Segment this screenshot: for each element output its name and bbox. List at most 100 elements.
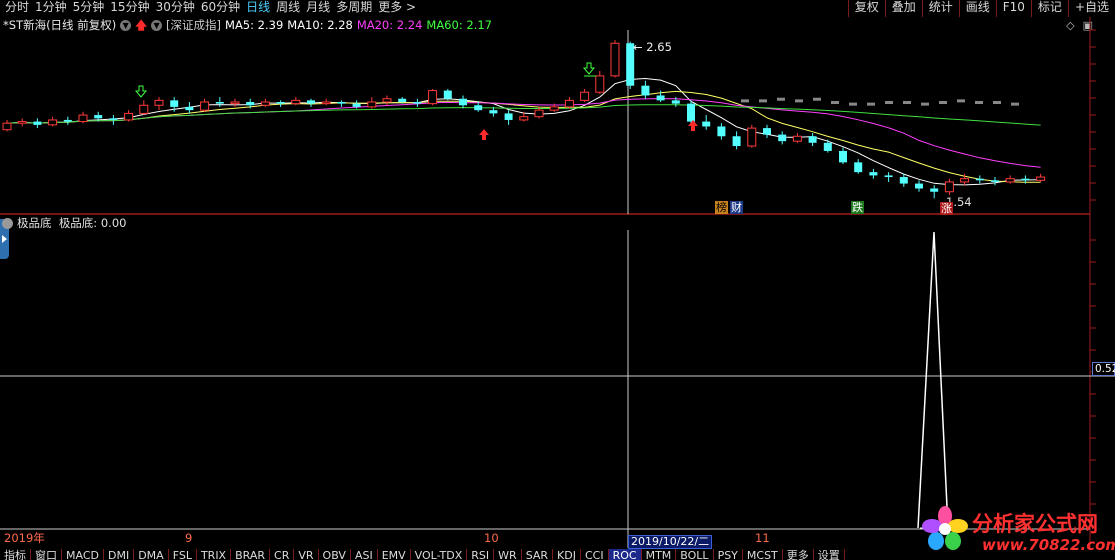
indicator-tabs: 指标 窗口 MACD DMI DMA FSL TRIX BRAR CR VR OBV ASI EMV VO… xyxy=(0,549,910,560)
candle-body-down xyxy=(823,142,832,151)
candle-body-down xyxy=(504,113,513,120)
indicator-title: 极品底 极品底: 0.00 xyxy=(17,216,126,230)
ghost-candle xyxy=(1011,102,1019,106)
indicator-tab-2[interactable]: MACD xyxy=(62,549,104,560)
candle-body-down xyxy=(854,162,863,173)
candle-body-down xyxy=(474,105,483,111)
indicator-tab-15[interactable]: WR xyxy=(494,549,522,560)
candle-body-up xyxy=(428,90,438,105)
green-down-arrow-icon-2 xyxy=(582,62,596,75)
candle-body-down xyxy=(717,126,726,137)
candle-body-up xyxy=(367,101,377,108)
indicator-tab-6[interactable]: TRIX xyxy=(197,549,232,560)
candle-body-down xyxy=(94,115,103,119)
indicator-tab-14[interactable]: RSI xyxy=(467,549,495,560)
indicator-tab-7[interactable]: BRAR xyxy=(231,549,271,560)
indicator-tab-12[interactable]: EMV xyxy=(378,549,411,560)
ghost-candle xyxy=(777,97,785,101)
logo-text: 分析家公式网 xyxy=(972,512,1098,536)
candle-body-up xyxy=(960,178,970,183)
ghost-candle xyxy=(885,101,893,104)
watermark-logo: 分析家公式网 www.70822.com xyxy=(918,500,1115,560)
candle-body-up xyxy=(2,122,12,131)
candle-body-down xyxy=(884,175,893,178)
indicator-tab-10[interactable]: OBV xyxy=(319,549,351,560)
candle-body-up xyxy=(291,99,301,105)
indicator-tab-18[interactable]: CCI xyxy=(581,549,609,560)
badge-die[interactable]: 跌 xyxy=(851,201,864,214)
kline-chart[interactable] xyxy=(0,0,1115,560)
candle-body-down xyxy=(732,136,741,147)
indicator-tab-8[interactable]: CR xyxy=(270,549,295,560)
candle-body-up xyxy=(48,119,58,126)
indicator-tab-13[interactable]: VOL-TDX xyxy=(411,549,468,560)
candle-body-down xyxy=(915,183,923,189)
indicator-tab-1[interactable]: 窗口 xyxy=(31,549,62,560)
candle-body-up xyxy=(519,116,529,121)
ghost-candle xyxy=(957,99,965,103)
ghost-candle xyxy=(921,102,929,106)
date-2019: 2019年 xyxy=(4,531,45,545)
candle-body-down xyxy=(307,100,315,104)
ma5-line xyxy=(6,77,1041,186)
candle-body-up xyxy=(580,91,590,101)
candle-body-up xyxy=(124,112,134,121)
candle-body-up xyxy=(792,135,802,142)
indicator-axis-value: 0.52 xyxy=(1092,362,1115,376)
candle-body-up xyxy=(321,101,331,105)
candle-body-down xyxy=(170,100,179,107)
indicator-tab-9[interactable]: VR xyxy=(294,549,319,560)
logo-url: www.70822.com xyxy=(982,536,1115,554)
indicator-tab-19[interactable]: ROC xyxy=(608,549,642,560)
ghost-candle xyxy=(759,99,767,103)
candle-body-down xyxy=(671,100,680,104)
indicator-tab-20[interactable]: MTM xyxy=(642,549,677,560)
badge-zhang[interactable]: 涨 xyxy=(940,202,953,215)
indicator-tab-25[interactable]: 设置 xyxy=(814,549,845,560)
candle-body-down xyxy=(33,121,42,125)
candle-body-down xyxy=(1021,178,1030,181)
ghost-candle xyxy=(741,99,749,103)
candle-body-down xyxy=(109,118,118,120)
ghost-candle xyxy=(993,101,1001,104)
red-up-arrow-icon-2 xyxy=(688,120,698,131)
badge-bang[interactable]: 榜 xyxy=(715,201,728,214)
candle-body-down xyxy=(215,102,224,104)
candle-body-down xyxy=(656,95,665,101)
date-nov: 11 xyxy=(755,531,770,545)
candle-body-up xyxy=(944,181,954,193)
candle-body-up xyxy=(230,101,240,105)
indicator-tab-16[interactable]: SAR xyxy=(522,549,554,560)
ghost-candle xyxy=(849,102,857,106)
candle-body-down xyxy=(930,188,939,192)
ghost-candle xyxy=(903,101,911,104)
indicator-tab-11[interactable]: ASI xyxy=(351,549,378,560)
flower-logo-icon xyxy=(922,506,968,550)
indicator-tab-23[interactable]: MCST xyxy=(743,549,783,560)
indicator-tab-21[interactable]: BOLL xyxy=(676,549,714,560)
indicator-tab-3[interactable]: DMI xyxy=(104,549,135,560)
candle-body-up xyxy=(610,42,620,77)
indicator-tab-4[interactable]: DMA xyxy=(134,549,169,560)
candle-body-down xyxy=(778,134,787,142)
cursor-date-label: 2019/10/22/二 xyxy=(628,535,713,549)
ghost-candle xyxy=(867,102,875,106)
indicator-tab-5[interactable]: FSL xyxy=(169,549,197,560)
indicator-tab-0[interactable]: 指标 xyxy=(0,549,31,560)
indicator-name[interactable]: 极品底 xyxy=(17,216,52,230)
candle-body-up xyxy=(1005,178,1015,183)
candle-body-down xyxy=(276,102,285,104)
candle-body-up xyxy=(382,98,392,103)
badge-cai[interactable]: 财 xyxy=(730,201,743,214)
indicator-tab-22[interactable]: PSY xyxy=(714,549,743,560)
indicator-tab-24[interactable]: 更多 xyxy=(783,549,814,560)
indicator-tab-17[interactable]: KDJ xyxy=(553,549,581,560)
indicator-dropdown-icon[interactable] xyxy=(2,218,13,229)
candle-body-up xyxy=(595,75,605,93)
red-up-arrow-icon xyxy=(479,129,489,140)
indicator-spike xyxy=(917,231,949,529)
ghost-candle xyxy=(975,101,983,104)
candle-body-down xyxy=(869,172,878,176)
ghost-candle xyxy=(831,101,839,104)
candle-body-up xyxy=(260,101,270,106)
